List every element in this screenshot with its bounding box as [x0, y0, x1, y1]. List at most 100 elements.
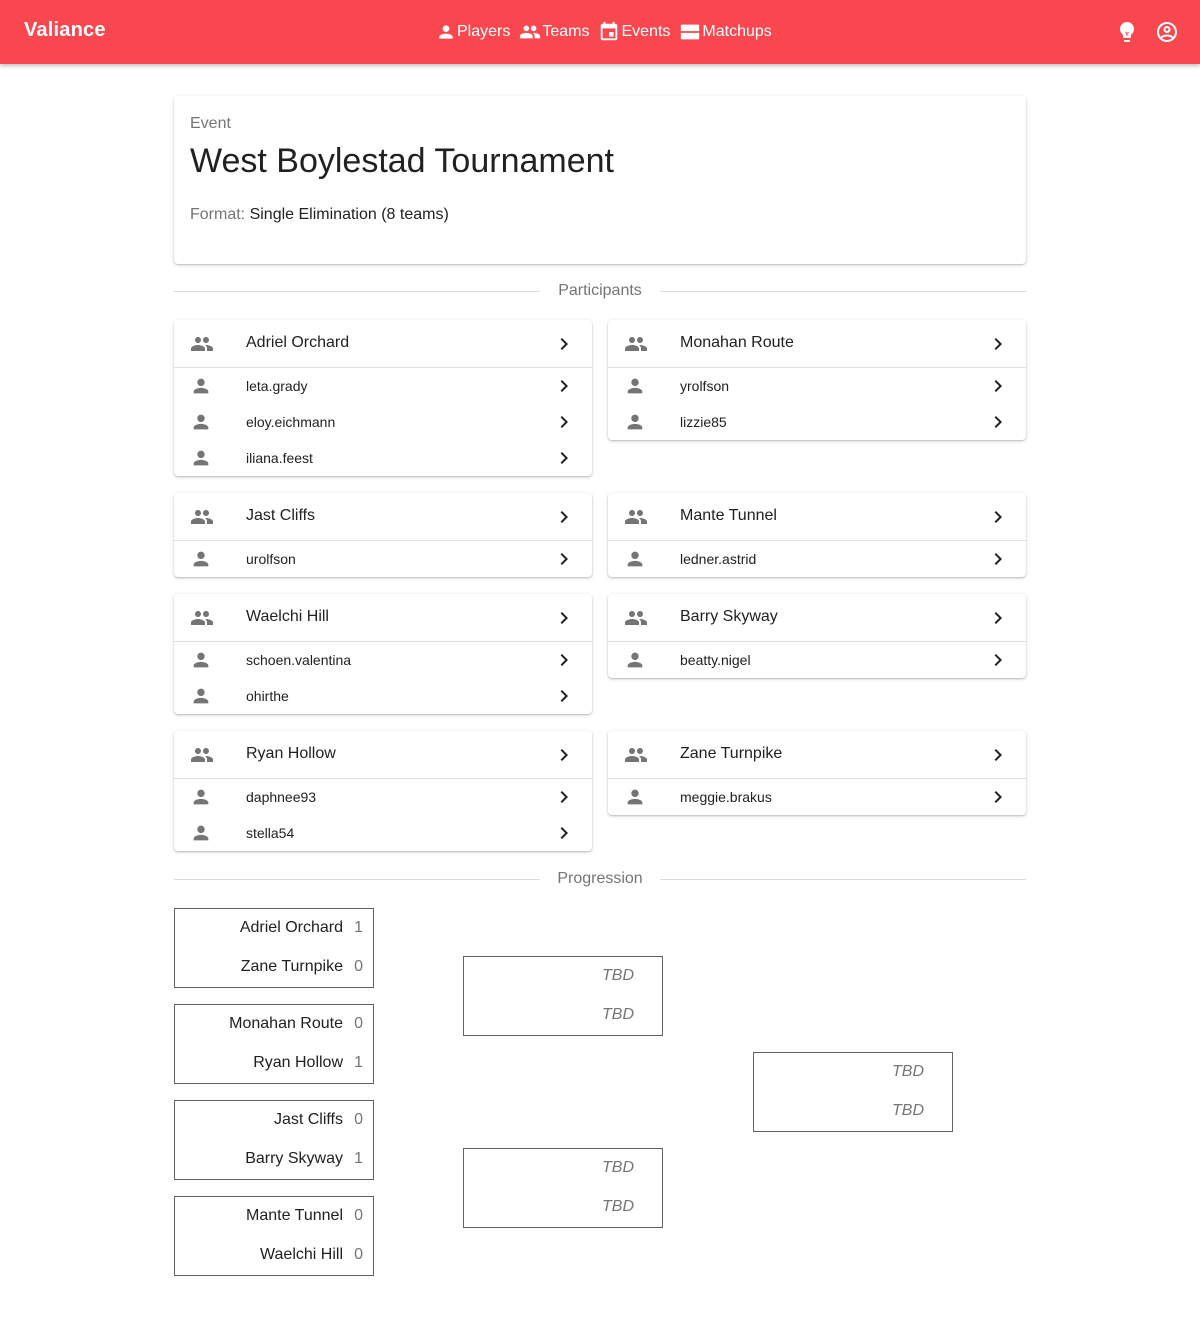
- match-row: Monahan Route 0: [175, 1013, 373, 1037]
- person-icon: [190, 822, 212, 844]
- team-member-item[interactable]: leta.grady: [174, 368, 592, 404]
- matchups-icon: [681, 24, 700, 40]
- team-member-item[interactable]: urolfson: [174, 541, 592, 577]
- match-score: 0: [354, 1207, 363, 1224]
- team-member-item[interactable]: eloy.eichmann: [174, 404, 592, 440]
- team-member-item[interactable]: schoen.valentina: [174, 642, 592, 678]
- match-box[interactable]: TBD TBD: [463, 1148, 663, 1228]
- nav-events[interactable]: Events: [598, 21, 670, 43]
- team-name: Waelchi Hill: [246, 608, 329, 625]
- chevron-right-icon: [986, 743, 1010, 767]
- team-member-item[interactable]: daphnee93: [174, 779, 592, 815]
- team-member-item[interactable]: meggie.brakus: [608, 779, 1026, 815]
- team-card: Adriel Orchard leta.grady eloy.eichmann ili…: [174, 320, 592, 476]
- match-row: Barry Skyway 1: [175, 1148, 373, 1172]
- chevron-right-icon: [552, 743, 576, 767]
- team-card: Jast Cliffs urolfson: [174, 493, 592, 577]
- team-header[interactable]: Adriel Orchard: [174, 320, 592, 368]
- person-icon: [624, 649, 646, 671]
- match-score: 1: [354, 1054, 363, 1071]
- member-name: schoen.valentina: [246, 652, 352, 668]
- team-member-item[interactable]: iliana.feest: [174, 440, 592, 476]
- people-icon: [624, 332, 648, 356]
- main-nav: Players Teams Events Matchups: [436, 18, 781, 46]
- team-name: Adriel Orchard: [246, 334, 350, 351]
- progression-heading: Progression: [557, 870, 643, 887]
- person-icon: [190, 786, 212, 808]
- member-name: leta.grady: [246, 378, 308, 394]
- team-header[interactable]: Zane Turnpike: [608, 731, 1026, 779]
- team-header[interactable]: Ryan Hollow: [174, 731, 592, 779]
- team-member-item[interactable]: ohirthe: [174, 678, 592, 714]
- theme-button[interactable]: [1114, 19, 1140, 45]
- event-format: Format: Single Elimination (8 teams): [190, 206, 449, 224]
- chevron-right-icon: [552, 684, 576, 708]
- person-icon: [190, 649, 212, 671]
- participants-divider: Participants: [174, 281, 1026, 301]
- team-name: Jast Cliffs: [246, 507, 316, 524]
- event-format-label: Format:: [190, 206, 246, 223]
- team-card: Waelchi Hill schoen.valentina ohirthe: [174, 594, 592, 714]
- account-button[interactable]: [1154, 19, 1180, 45]
- match-score: 1: [354, 1150, 363, 1167]
- team-header[interactable]: Jast Cliffs: [174, 493, 592, 541]
- people-icon: [520, 25, 541, 39]
- team-member-item[interactable]: lizzie85: [608, 404, 1026, 440]
- chevron-right-icon: [552, 446, 576, 470]
- match-team-tbd: TBD: [602, 1006, 634, 1023]
- match-box[interactable]: Adriel Orchard 1 Zane Turnpike 0: [174, 908, 374, 988]
- team-member-item[interactable]: ledner.astrid: [608, 541, 1026, 577]
- person-icon: [439, 25, 453, 39]
- team-name: Barry Skyway: [680, 608, 778, 625]
- team-header[interactable]: Waelchi Hill: [174, 594, 592, 642]
- member-name: iliana.feest: [246, 450, 313, 466]
- match-team-tbd: TBD: [892, 1102, 924, 1119]
- chevron-right-icon: [986, 785, 1010, 809]
- match-box[interactable]: Monahan Route 0 Ryan Hollow 1: [174, 1004, 374, 1084]
- match-team: Barry Skyway: [245, 1150, 343, 1167]
- chevron-right-icon: [552, 606, 576, 630]
- chevron-right-icon: [552, 785, 576, 809]
- app-brand[interactable]: Valiance: [24, 19, 106, 42]
- team-header[interactable]: Monahan Route: [608, 320, 1026, 368]
- team-header[interactable]: Barry Skyway: [608, 594, 1026, 642]
- match-row: Adriel Orchard 1: [175, 917, 373, 941]
- match-team: Waelchi Hill: [260, 1246, 343, 1263]
- match-row: TBD: [464, 1004, 662, 1028]
- member-name: ohirthe: [246, 688, 289, 704]
- match-box[interactable]: TBD TBD: [463, 956, 663, 1036]
- member-name: ledner.astrid: [680, 551, 757, 567]
- member-name: daphnee93: [246, 789, 317, 805]
- people-icon: [624, 606, 648, 630]
- match-team: Ryan Hollow: [253, 1054, 343, 1071]
- team-name: Monahan Route: [680, 334, 794, 351]
- person-icon: [190, 548, 212, 570]
- person-icon: [624, 786, 646, 808]
- match-box[interactable]: Jast Cliffs 0 Barry Skyway 1: [174, 1100, 374, 1180]
- person-icon: [190, 375, 212, 397]
- chevron-right-icon: [552, 821, 576, 845]
- people-icon: [190, 743, 214, 767]
- progression-divider: Progression: [174, 869, 1026, 889]
- match-box[interactable]: TBD TBD: [753, 1052, 953, 1132]
- match-box[interactable]: Mante Tunnel 0 Waelchi Hill 0: [174, 1196, 374, 1276]
- event-title: West Boylestad Tournament: [190, 142, 614, 180]
- member-name: stella54: [246, 825, 295, 841]
- team-name: Zane Turnpike: [680, 745, 783, 762]
- member-name: yrolfson: [680, 378, 730, 394]
- team-member-item[interactable]: beatty.nigel: [608, 642, 1026, 678]
- people-icon: [190, 332, 214, 356]
- nav-players[interactable]: Players: [436, 22, 510, 42]
- chevron-right-icon: [552, 410, 576, 434]
- team-member-item[interactable]: yrolfson: [608, 368, 1026, 404]
- team-member-item[interactable]: stella54: [174, 815, 592, 851]
- match-team-tbd: TBD: [602, 967, 634, 984]
- nav-teams[interactable]: Teams: [519, 21, 589, 43]
- match-row: Zane Turnpike 0: [175, 956, 373, 980]
- match-team: Monahan Route: [229, 1015, 343, 1032]
- match-team: Mante Tunnel: [246, 1207, 343, 1224]
- match-row: Ryan Hollow 1: [175, 1052, 373, 1076]
- team-card: Barry Skyway beatty.nigel: [608, 594, 1026, 678]
- team-header[interactable]: Mante Tunnel: [608, 493, 1026, 541]
- nav-matchups[interactable]: Matchups: [679, 21, 772, 43]
